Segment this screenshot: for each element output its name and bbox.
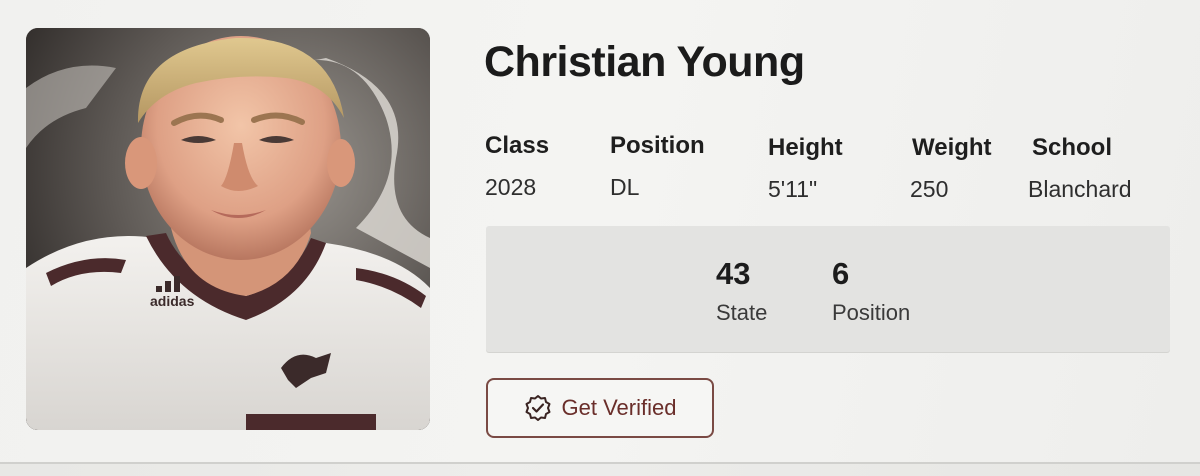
attr-position-value: DL [610,174,640,200]
rankings-panel: 43 State 6 Position [486,226,1170,352]
attr-height: Height 5'11" [768,134,843,203]
badge-check-icon [524,394,552,422]
attr-class-value: 2028 [485,174,537,200]
screen: adidas Christian Young Class 2028 Positi… [0,0,1200,476]
rank-state-value: 43 [716,256,751,291]
attr-height-label: Height [768,134,843,161]
player-photo: adidas [26,28,430,430]
attr-school-label: School [1032,134,1113,161]
attr-school-value: Blanchard [1028,176,1132,202]
get-verified-button[interactable]: Get Verified [486,378,714,438]
rank-state-label: State [716,300,768,325]
attr-position-label: Position [610,132,705,159]
attr-weight-label: Weight [912,134,992,161]
get-verified-label: Get Verified [561,395,677,420]
svg-text:adidas: adidas [150,293,195,309]
player-photo-illustration: adidas [26,28,430,430]
rank-position-label: Position [832,300,911,325]
attr-position: Position DL [610,132,705,201]
attr-class-label: Class [485,132,550,159]
attr-weight: Weight 250 [910,134,992,203]
attr-weight-value: 250 [910,176,949,202]
player-name: Christian Young [484,38,805,86]
attr-class: Class 2028 [485,132,549,201]
attr-school: School Blanchard [1028,134,1132,203]
rank-state: 43 State [716,256,767,326]
rank-position-value: 6 [832,256,850,291]
attr-height-value: 5'11" [768,176,818,202]
player-profile-card: adidas Christian Young Class 2028 Positi… [0,0,1200,464]
rank-position: 6 Position [832,256,910,326]
